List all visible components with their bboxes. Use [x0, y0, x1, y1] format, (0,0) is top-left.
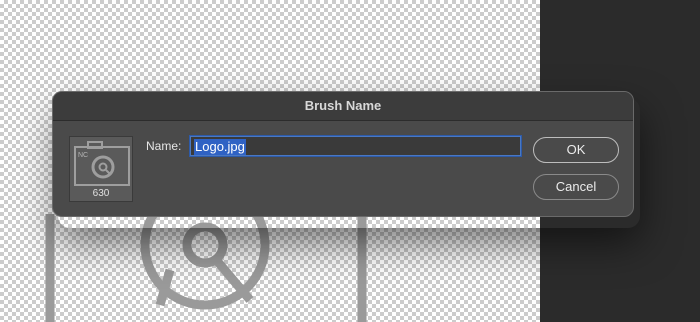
brush-badge-text: NC [78, 152, 88, 159]
brush-name-value[interactable]: Logo.jpg [194, 139, 246, 155]
brush-preview-thumbnail: NC 630 [69, 136, 133, 202]
camera-icon: NC [74, 141, 130, 186]
name-label: Name: [146, 139, 182, 153]
cancel-button[interactable]: Cancel [533, 174, 619, 200]
brush-size-label: 630 [92, 188, 110, 199]
brush-name-dialog: Brush Name NC 630 Name: Logo.jpg OK Canc… [52, 91, 634, 217]
brush-name-input[interactable]: Logo.jpg [190, 136, 521, 156]
dialog-title: Brush Name [53, 92, 633, 121]
ok-button[interactable]: OK [533, 137, 619, 163]
